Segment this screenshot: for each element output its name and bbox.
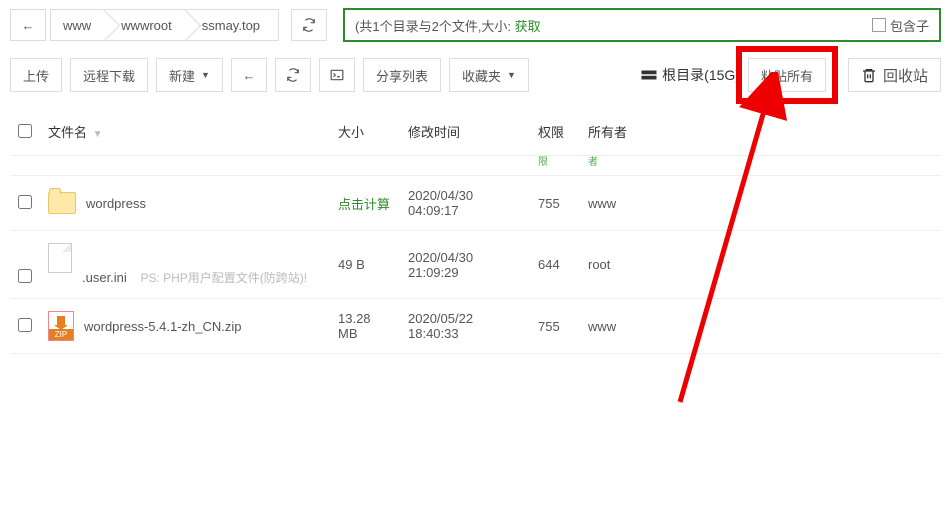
- row-checkbox[interactable]: [18, 195, 32, 209]
- row-checkbox[interactable]: [18, 318, 32, 332]
- file-size: 49 B: [330, 231, 400, 299]
- folder-icon: [48, 192, 76, 214]
- file-perm: 755: [530, 299, 580, 354]
- breadcrumb-item[interactable]: www: [51, 10, 109, 40]
- nav-back-button[interactable]: ←: [10, 9, 46, 41]
- col-name-header[interactable]: 文件名 ▼: [40, 112, 330, 156]
- col-size-header[interactable]: 大小: [330, 112, 400, 156]
- upload-button[interactable]: 上传: [10, 58, 62, 92]
- file-mtime: 2020/04/30 21:09:29: [400, 231, 530, 299]
- breadcrumb: www wwwroot ssmay.top: [50, 9, 279, 41]
- file-perm: 755: [530, 176, 580, 231]
- summary-text: (共1个目录与2个文件,大小: 获取: [355, 16, 541, 35]
- favorites-button[interactable]: 收藏夹▼: [449, 58, 529, 92]
- breadcrumb-item[interactable]: ssmay.top: [190, 10, 278, 40]
- share-list-button[interactable]: 分享列表: [363, 58, 441, 92]
- file-note: PS: PHP用户配置文件(防跨站)!: [140, 271, 307, 285]
- col-perm-header[interactable]: 权限: [530, 112, 580, 156]
- file-icon: [48, 243, 72, 273]
- file-owner: root: [580, 231, 640, 299]
- file-name[interactable]: wordpress: [86, 196, 146, 211]
- file-mtime: 2020/04/30 04:09:17: [400, 176, 530, 231]
- table-row[interactable]: .user.ini PS: PHP用户配置文件(防跨站)! 49 B 2020/…: [10, 231, 941, 299]
- file-mtime: 2020/05/22 18:40:33: [400, 299, 530, 354]
- include-sub-label[interactable]: 包含子: [872, 16, 929, 35]
- table-row[interactable]: wordpress 点击计算 2020/04/30 04:09:17 755 w…: [10, 176, 941, 231]
- terminal-icon: [330, 68, 344, 82]
- zip-icon: [48, 311, 74, 341]
- file-owner: www: [580, 176, 640, 231]
- chevron-down-icon: ▼: [201, 70, 210, 80]
- table-row[interactable]: wordpress-5.4.1-zh_CN.zip 13.28 MB 2020/…: [10, 299, 941, 354]
- file-perm: 644: [530, 231, 580, 299]
- trash-button[interactable]: 回收站: [848, 58, 941, 92]
- back-button[interactable]: ←: [231, 58, 267, 92]
- paste-all-highlight: 粘贴所有: [748, 58, 826, 92]
- disk-icon: [640, 66, 658, 84]
- col-mtime-header[interactable]: 修改时间: [400, 112, 530, 156]
- row-checkbox[interactable]: [18, 269, 32, 283]
- reload-button[interactable]: [275, 58, 311, 92]
- col-owner-header[interactable]: 所有者: [580, 112, 640, 156]
- new-button[interactable]: 新建▼: [156, 58, 223, 92]
- file-owner: www: [580, 299, 640, 354]
- summary-box: (共1个目录与2个文件,大小: 获取 包含子: [343, 8, 941, 42]
- trash-icon: [861, 66, 877, 84]
- include-sub-checkbox[interactable]: [872, 18, 886, 32]
- paste-all-button[interactable]: 粘贴所有: [748, 58, 826, 92]
- file-size: 13.28 MB: [330, 299, 400, 354]
- file-name[interactable]: wordpress-5.4.1-zh_CN.zip: [84, 319, 242, 334]
- sort-icon: ▼: [93, 129, 103, 140]
- chevron-down-icon: ▼: [507, 70, 516, 80]
- disk-info[interactable]: 根目录(15G): [640, 65, 740, 85]
- terminal-button[interactable]: [319, 58, 355, 92]
- refresh-button[interactable]: [291, 9, 327, 41]
- file-table: 文件名 ▼ 大小 修改时间 权限 所有者 限者 wordpress 点击计算 2…: [10, 112, 941, 354]
- refresh-icon: [302, 18, 316, 32]
- size-calc-link[interactable]: 点击计算: [338, 197, 390, 212]
- refresh-icon: [286, 68, 300, 82]
- select-all-checkbox[interactable]: [18, 124, 32, 138]
- file-name[interactable]: .user.ini: [82, 270, 127, 285]
- remote-download-button[interactable]: 远程下载: [70, 58, 148, 92]
- breadcrumb-item[interactable]: wwwroot: [109, 10, 190, 40]
